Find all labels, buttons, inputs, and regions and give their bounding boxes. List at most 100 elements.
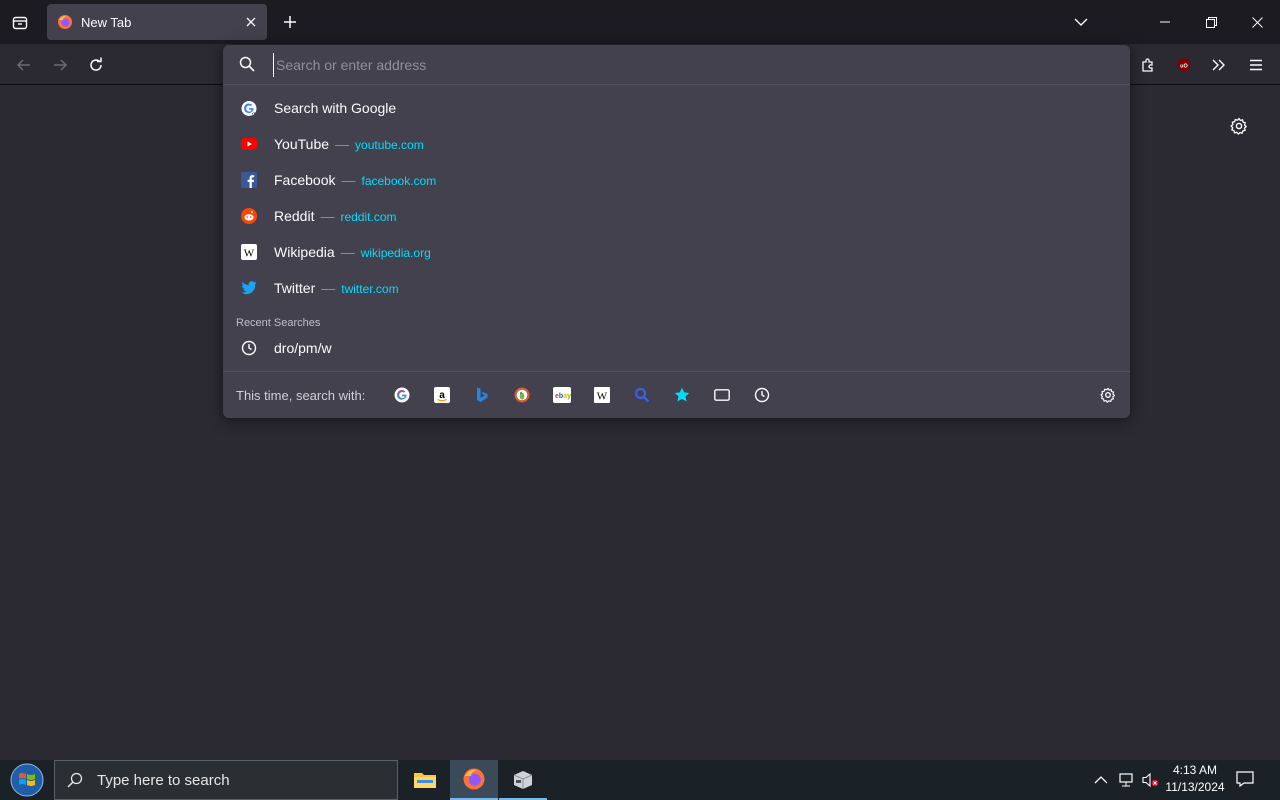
close-icon [246,17,256,27]
amazon-icon[interactable]: a [432,385,452,405]
page-settings-button[interactable] [1226,113,1252,139]
new-tab-button[interactable] [276,8,304,36]
restore-button[interactable] [1188,0,1234,44]
plus-icon [284,16,296,28]
urlbar-result-recent-search[interactable]: dro/pm/w [223,330,1130,366]
tab-close-button[interactable] [239,10,263,34]
search-icon [239,56,255,72]
one-off-search-bar: This time, search with: a ebay W [223,371,1130,418]
clock-date: 11/13/2024 [1165,780,1225,794]
more-tools-button[interactable] [1204,50,1234,80]
bing-icon[interactable] [472,385,492,405]
bookmarks-star-icon[interactable] [672,385,692,405]
reload-button[interactable] [81,50,111,80]
urlbar-result-youtube[interactable]: YouTube — youtube.com [223,126,1130,162]
speaker-muted-icon [1142,772,1159,788]
result-title: YouTube [274,136,330,152]
result-url: wikipedia.org [360,246,431,260]
network-status[interactable] [1118,772,1136,788]
firefox-view-button[interactable] [6,9,34,37]
show-hidden-icons-button[interactable] [1094,772,1110,788]
result-title: Facebook [274,172,336,188]
result-title: Wikipedia [274,244,335,260]
hamburger-menu-icon [1250,59,1262,71]
duckduckgo-icon[interactable] [512,385,532,405]
extensions-button[interactable] [1133,50,1163,80]
result-title: Twitter [274,280,316,296]
package-app[interactable] [499,760,547,800]
ebay-icon[interactable]: ebay [552,385,572,405]
reload-icon [90,57,102,71]
urlbar-input-row [223,45,1130,85]
wikipedia-icon: W [241,244,257,260]
notification-icon [1236,771,1254,788]
facebook-icon [241,172,257,188]
tabs-icon[interactable] [712,385,732,405]
firefox-taskbar-app[interactable] [450,760,498,800]
result-separator: — [321,280,336,296]
tab-bar: New Tab [0,0,1280,44]
web-search-icon[interactable] [632,385,652,405]
package-icon [513,771,533,789]
tab-new-tab[interactable]: New Tab [47,4,267,40]
ublock-shield-icon: uO [1178,58,1190,72]
svg-text:uO: uO [1180,64,1188,70]
action-center-button[interactable] [1236,771,1256,789]
search-settings-button[interactable] [1098,385,1118,405]
volume-status[interactable] [1141,772,1161,788]
chevron-up-icon [1094,776,1108,784]
list-all-tabs-button[interactable] [1058,0,1104,44]
minimize-button[interactable] [1142,0,1188,44]
folder-icon [414,773,436,788]
youtube-icon [241,136,257,152]
firefox-icon [58,15,72,29]
urlbar-result-twitter[interactable]: Twitter — twitter.com [223,270,1130,306]
svg-text:W: W [597,391,608,403]
ublock-origin-button[interactable]: uO [1169,50,1199,80]
result-title: Search with Google [274,100,397,116]
wikipedia-icon[interactable]: W [592,385,612,405]
recent-search-label: dro/pm/w [274,340,332,356]
urlbar-popup: Search with Google YouTube — youtube.com F… [223,45,1130,418]
one-off-label: This time, search with: [236,388,366,403]
start-button[interactable] [0,760,54,800]
twitter-icon [241,280,257,296]
history-icon[interactable] [752,385,772,405]
result-url: youtube.com [355,138,424,152]
urlbar-input[interactable] [273,53,1093,77]
back-button[interactable] [9,50,39,80]
urlbar-result-search-google[interactable]: Search with Google [223,90,1130,126]
arrow-left-icon [16,59,30,71]
file-explorer-app[interactable] [401,760,449,800]
urlbar-result-reddit[interactable]: Reddit — reddit.com [223,198,1130,234]
arrow-right-icon [54,59,68,71]
chevron-down-icon [1074,18,1088,26]
double-chevron-icon [1212,59,1225,71]
windows-logo-icon [10,763,44,797]
network-icon [1119,773,1133,787]
recent-searches-heading: Recent Searches [236,317,321,329]
google-icon[interactable] [392,385,412,405]
search-icon [67,772,83,788]
result-url: reddit.com [340,210,397,224]
close-window-button[interactable] [1234,0,1280,44]
result-url: twitter.com [341,282,399,296]
result-url: facebook.com [361,174,437,188]
svg-text:ebay: ebay [555,393,571,400]
result-separator: — [320,208,335,224]
firefox-view-icon [12,16,28,30]
clock[interactable]: 4:13 AM 11/13/2024 [1162,763,1228,794]
gear-icon [1230,117,1247,135]
urlbar-result-wikipedia[interactable]: W Wikipedia — wikipedia.org [223,234,1130,270]
result-separator: — [340,244,355,260]
restore-icon [1205,16,1217,28]
urlbar-result-facebook[interactable]: Facebook — facebook.com [223,162,1130,198]
close-icon [1251,16,1263,28]
history-icon [241,340,257,356]
gear-icon [1100,387,1115,403]
taskbar-search-box[interactable]: Type here to search [54,760,398,800]
forward-button[interactable] [45,50,75,80]
clock-time: 4:13 AM [1172,763,1218,777]
app-menu-button[interactable] [1241,50,1271,80]
result-separator: — [335,136,350,152]
